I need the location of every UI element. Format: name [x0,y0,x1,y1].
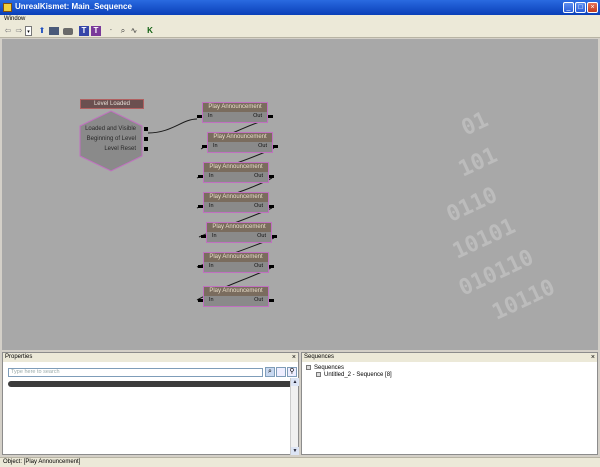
out-label: Out [254,173,263,179]
in-label: In [209,297,214,303]
menu-window[interactable]: Window [4,16,25,22]
output-port[interactable] [144,137,148,141]
action-node-play-announcement[interactable]: Play Announcement In Out [198,162,274,183]
close-button[interactable]: × [587,2,598,13]
sequence-icon [316,372,321,377]
status-text: Object: [Play Announcement] [3,459,81,465]
output-label: Loaded and Visible [85,126,136,132]
out-pin[interactable] [269,205,274,208]
in-pin[interactable] [202,145,207,148]
connection-wires [147,118,275,301]
close-icon[interactable]: × [292,353,296,362]
scroll-up-icon[interactable]: ▲ [291,378,299,386]
in-label: In [212,233,217,239]
node-title: Play Announcement [208,133,272,142]
in-pin[interactable] [198,299,203,302]
menu-bar: Window [0,15,600,24]
in-label: In [209,203,214,209]
tree-item-untitled-sequence[interactable]: Untitled_2 - Sequence [8] [316,372,392,378]
node-title: Play Announcement [204,253,268,262]
filter-icon[interactable]: ⚲ [287,367,297,377]
wire [147,118,198,134]
search-icon[interactable]: ⌕ [265,367,275,377]
properties-panel: Properties × Type here to search ⌕ ⚲ ▲ ▼ [2,352,299,455]
out-label: Out [254,263,263,269]
action-node-play-announcement[interactable]: Play Announcement In Out [198,252,274,273]
dropdown-icon[interactable]: ▾ [25,26,32,36]
in-pin[interactable] [201,235,206,238]
action-node-play-announcement[interactable]: Play Announcement In Out [201,222,277,243]
properties-header: Properties × [3,353,298,362]
maximize-button[interactable]: □ [575,2,586,13]
link-icon[interactable]: ∿ [129,26,139,36]
sequences-title: Sequences [304,354,335,360]
output-port[interactable] [144,147,148,151]
properties-scrollbar[interactable]: ▲ ▼ [290,378,299,455]
node-title: Play Announcement [204,287,268,296]
out-label: Out [257,233,266,239]
in-pin[interactable] [198,265,203,268]
status-bar: Object: [Play Announcement] [0,457,600,467]
sequences-header: Sequences × [302,353,597,362]
property-category-bar[interactable] [8,381,293,387]
event-node-level-loaded[interactable]: Loaded and Visible Beginning of Level Le… [78,109,148,173]
in-pin[interactable] [197,115,202,118]
action-node-play-announcement[interactable]: Play Announcement In Out [197,102,273,123]
action-node-play-announcement[interactable]: Play Announcement In Out [202,132,278,153]
node-title: Play Announcement [203,103,267,112]
properties-title: Properties [5,354,33,360]
in-pin[interactable] [198,175,203,178]
node-title: Play Announcement [204,163,268,172]
out-pin[interactable] [269,175,274,178]
forward-arrow-icon[interactable]: ⇨ [14,26,24,36]
output-label: Level Reset [104,146,136,152]
minimize-button[interactable]: _ [563,2,574,13]
output-label: Beginning of Level [86,136,136,142]
sequences-panel: Sequences × Sequences Untitled_2 - Seque… [301,352,598,455]
out-pin[interactable] [268,115,273,118]
node-title: Play Announcement [204,193,268,202]
app-icon [3,3,12,12]
out-pin[interactable] [272,235,277,238]
in-label: In [209,263,214,269]
sequence-icon[interactable] [49,27,59,35]
kismet-canvas[interactable]: 01 101 0110 10101 010110 10110 Level Loa… [2,39,598,350]
out-label: Out [253,113,262,119]
close-icon[interactable]: × [591,353,595,362]
tree-label: Sequences [314,365,345,371]
tag-icon[interactable]: ⸱ [106,26,116,36]
action-node-play-announcement[interactable]: Play Announcement In Out [198,192,274,213]
scroll-down-icon[interactable]: ▼ [291,447,299,455]
node-title: Play Announcement [207,223,271,232]
in-label: In [208,113,213,119]
screenshot-icon[interactable] [63,28,73,35]
search-type-icon[interactable]: T [91,26,101,36]
out-pin[interactable] [269,299,274,302]
in-pin[interactable] [198,205,203,208]
window-title: UnrealKismet: Main_Sequence [15,2,132,11]
clear-search-icon[interactable] [276,367,286,377]
out-label: Out [254,203,263,209]
out-pin[interactable] [273,145,278,148]
search-text-icon[interactable]: T [79,26,89,36]
tree-item-sequences[interactable]: Sequences [306,365,344,371]
action-node-play-announcement[interactable]: Play Announcement In Out [198,286,274,307]
search-input[interactable]: Type here to search [8,368,263,377]
folder-icon [306,365,311,370]
event-node-title[interactable]: Level Loaded [80,99,144,109]
kismet-icon[interactable]: K [145,26,155,36]
in-label: In [209,173,214,179]
out-pin[interactable] [269,265,274,268]
output-port[interactable] [144,127,148,131]
up-arrow-icon[interactable]: ⬆ [37,26,47,36]
out-label: Out [258,143,267,149]
tree-label: Untitled_2 - Sequence [8] [324,372,392,378]
out-label: Out [254,297,263,303]
zoom-icon[interactable]: ⌕ [118,26,128,36]
toolbar: ⇦ ⇨ ▾ ⬆ T T ⸱ ⌕ ∿ K [0,24,600,38]
in-label: In [213,143,218,149]
back-arrow-icon[interactable]: ⇦ [3,26,13,36]
title-bar: UnrealKismet: Main_Sequence _ □ × [0,0,600,15]
